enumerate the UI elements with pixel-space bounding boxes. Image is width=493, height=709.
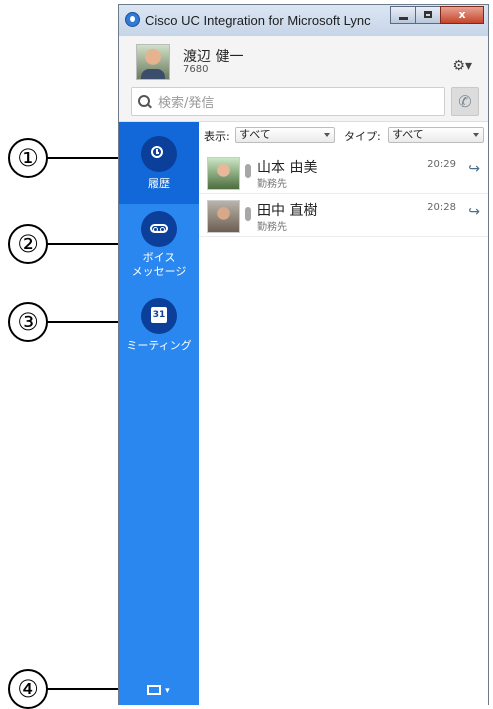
search-icon — [138, 95, 150, 107]
sidebar-item-meetings[interactable]: 31 ミーティング — [119, 290, 199, 372]
device-selector[interactable]: ▾ — [147, 682, 170, 697]
callout-2: ② — [8, 224, 48, 264]
voicemail-icon-circle — [141, 211, 177, 247]
user-extension: 7680 — [183, 64, 209, 75]
type-filter-select[interactable]: すべて — [388, 127, 484, 143]
history-icon-circle — [141, 136, 177, 172]
sidebar-item-voicemail-label: ボイス メッセージ — [131, 251, 187, 278]
sidebar-item-meetings-label: ミーティング — [126, 339, 192, 352]
callout-2-number: ② — [8, 224, 48, 264]
history-panel: 表示: すべて タイプ: すべて 山本 由美 勤務先 20:29 ↪ 田中 直樹… — [199, 122, 488, 705]
chevron-down-icon: ▾ — [165, 686, 170, 696]
display-filter-value: すべて — [239, 128, 271, 141]
call-time: 20:29 — [427, 159, 456, 170]
display-filter-select[interactable]: すべて — [235, 127, 335, 143]
maximize-button[interactable] — [415, 6, 441, 24]
voicemail-icon — [150, 224, 168, 233]
callback-icon[interactable]: ↪ — [468, 161, 480, 177]
list-item[interactable]: 山本 由美 勤務先 20:29 ↪ — [199, 151, 488, 194]
presence-indicator — [245, 207, 251, 221]
title-bar[interactable]: Cisco UC Integration for Microsoft Lync … — [119, 5, 488, 37]
callout-1-number: ① — [8, 138, 48, 178]
callout-3-number: ③ — [8, 302, 48, 342]
contact-number-type: 勤務先 — [257, 222, 287, 233]
screen-icon — [147, 684, 161, 695]
chevron-down-icon — [473, 133, 479, 137]
avatar — [207, 157, 240, 190]
contact-name: 田中 直樹 — [257, 203, 318, 219]
meetings-icon-circle: 31 — [141, 298, 177, 334]
callback-icon[interactable]: ↪ — [468, 204, 480, 220]
callout-3-line — [46, 321, 118, 323]
callout-4-line — [46, 688, 118, 690]
contact-name: 山本 由美 — [257, 160, 318, 176]
sidebar-item-voicemail[interactable]: ボイス メッセージ — [119, 204, 199, 286]
calendar-icon: 31 — [151, 307, 167, 323]
callout-4-number: ④ — [8, 669, 48, 709]
close-button[interactable]: x — [440, 6, 484, 24]
call-time: 20:28 — [427, 202, 456, 213]
sidebar-item-history[interactable]: 履歴 — [119, 122, 199, 204]
gear-icon[interactable]: ⚙▾ — [452, 58, 472, 74]
type-filter-value: すべて — [392, 128, 424, 141]
avatar — [207, 200, 240, 233]
window-controls: x — [390, 6, 484, 24]
callout-1-line — [46, 157, 118, 159]
list-item[interactable]: 田中 直樹 勤務先 20:28 ↪ — [199, 194, 488, 237]
contact-number-type: 勤務先 — [257, 179, 287, 190]
phone-icon: ✆ — [458, 92, 472, 111]
presence-indicator — [245, 164, 251, 178]
avatar[interactable] — [136, 44, 170, 80]
type-filter-label: タイプ: — [344, 130, 381, 143]
sidebar-item-history-label: 履歴 — [148, 177, 170, 190]
chevron-down-icon — [324, 133, 330, 137]
callout-2-line — [46, 243, 118, 245]
app-window: Cisco UC Integration for Microsoft Lync … — [118, 4, 489, 705]
minimize-button[interactable] — [390, 6, 416, 24]
callout-1: ① — [8, 138, 48, 178]
app-logo-icon — [125, 12, 140, 27]
callout-4: ④ — [8, 669, 48, 709]
sidebar: 履歴 ボイス メッセージ 31 ミーティング ▾ — [119, 122, 199, 705]
window-title: Cisco UC Integration for Microsoft Lync — [145, 13, 371, 28]
search-box[interactable] — [131, 87, 445, 116]
user-header: 渡辺 健一 7680 ⚙▾ ✆ — [119, 36, 488, 122]
clock-icon — [151, 146, 163, 158]
call-button[interactable]: ✆ — [451, 87, 479, 116]
filter-bar: 表示: すべて タイプ: すべて — [199, 122, 488, 150]
user-name: 渡辺 健一 — [183, 49, 244, 65]
display-filter-label: 表示: — [204, 130, 230, 143]
search-input[interactable] — [156, 92, 440, 114]
callout-3: ③ — [8, 302, 48, 342]
